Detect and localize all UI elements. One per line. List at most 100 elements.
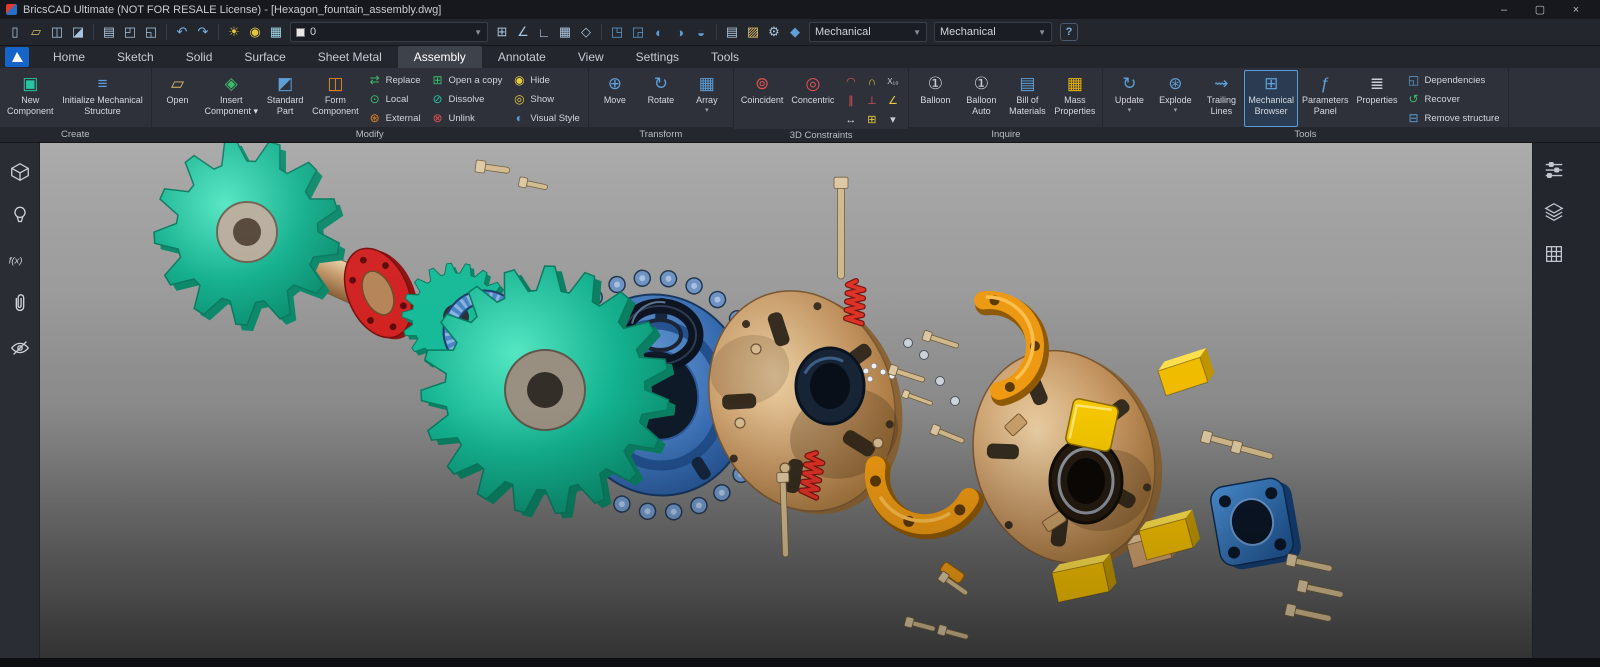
open-a-copy-button[interactable]: ⊞Open a copy: [427, 71, 505, 89]
bolt-part[interactable]: [518, 177, 548, 193]
hatch-icon[interactable]: ▨: [743, 22, 763, 42]
print-preview-icon[interactable]: ◰: [120, 22, 140, 42]
entity-snap-icon[interactable]: ⊞: [492, 22, 512, 42]
bolt-part[interactable]: [904, 616, 937, 634]
remove-structure-button[interactable]: ⊟Remove structure: [1404, 109, 1503, 127]
show-button[interactable]: ◎Show: [509, 90, 582, 108]
visual-styles-icon[interactable]: ◐: [649, 22, 669, 42]
close-button[interactable]: ×: [1558, 0, 1594, 19]
render-light-icon[interactable]: ☀: [224, 22, 244, 42]
unlink-button[interactable]: ⊗Unlink: [427, 109, 505, 127]
tab-view[interactable]: View: [562, 46, 620, 68]
new-component-button[interactable]: ▣New Component: [3, 70, 58, 127]
polar-tracking-icon[interactable]: ∠: [513, 22, 533, 42]
bolt-part[interactable]: [1285, 603, 1333, 624]
rotate-button[interactable]: ↻Rotate: [638, 70, 684, 127]
balloon-button[interactable]: ①Balloon: [912, 70, 958, 127]
tab-solid[interactable]: Solid: [170, 46, 229, 68]
recover-button[interactable]: ↺Recover: [1404, 90, 1503, 108]
nut-part[interactable]: [951, 397, 960, 406]
balloon-panel-icon[interactable]: [7, 203, 33, 229]
explode-button[interactable]: ⊛Explode▾: [1152, 70, 1198, 127]
ball-part[interactable]: [863, 368, 869, 374]
tab-settings[interactable]: Settings: [620, 46, 695, 68]
layers-panel-icon[interactable]: [1541, 199, 1567, 225]
concentric-button[interactable]: ◎Concentric: [787, 70, 838, 129]
render-settings-icon[interactable]: [1541, 157, 1567, 183]
components-panel-icon[interactable]: [7, 159, 33, 185]
save-icon[interactable]: ◫: [47, 22, 67, 42]
mass-properties-button[interactable]: ▦Mass Properties: [1050, 70, 1099, 127]
array-button[interactable]: ▦Array▾: [684, 70, 730, 127]
peg-part[interactable]: [735, 418, 745, 428]
peg-part[interactable]: [873, 438, 883, 448]
mech-settings-icon[interactable]: ⚙: [764, 22, 784, 42]
workspace-dropdown-1[interactable]: Mechanical ▼: [809, 22, 927, 42]
undo-icon[interactable]: ↶: [172, 22, 192, 42]
save-as-icon[interactable]: ◪: [68, 22, 88, 42]
dependencies-button[interactable]: ◱Dependencies: [1404, 71, 1503, 89]
trailing-lines-button[interactable]: ⇝Trailing Lines: [1198, 70, 1244, 127]
update-button[interactable]: ↻Update▾: [1106, 70, 1152, 127]
bolt-part[interactable]: [930, 424, 966, 446]
bolt-part[interactable]: [901, 389, 933, 407]
peg-part[interactable]: [780, 463, 790, 473]
standard-part-button[interactable]: ◩Standard Part: [262, 70, 308, 127]
mechanical-browser-button[interactable]: ⊞Mechanical Browser: [1244, 70, 1298, 127]
rigid-set-icon[interactable]: ⊞: [861, 110, 882, 129]
tab-home[interactable]: Home: [37, 46, 101, 68]
attachments-panel-icon[interactable]: [7, 291, 33, 317]
app-menu-button[interactable]: [5, 47, 29, 67]
coincident-button[interactable]: ⊚Coincident: [737, 70, 788, 129]
table-icon[interactable]: ▤: [722, 22, 742, 42]
parallel-constraint-icon[interactable]: ∥: [840, 91, 861, 110]
spring-part[interactable]: [846, 281, 864, 323]
properties-button[interactable]: ≣Properties: [1352, 70, 1401, 127]
tab-annotate[interactable]: Annotate: [482, 46, 562, 68]
viewport-3d[interactable]: [40, 143, 1532, 667]
nut-part[interactable]: [904, 339, 913, 348]
peg-part[interactable]: [751, 344, 761, 354]
maximize-button[interactable]: ▢: [1522, 0, 1558, 19]
render-mode-icon[interactable]: ◑: [670, 22, 690, 42]
move-button[interactable]: ⊕Move: [592, 70, 638, 127]
components-icon[interactable]: ◆: [785, 22, 805, 42]
pawl-part[interactable]: [870, 466, 972, 527]
tab-tools[interactable]: Tools: [695, 46, 755, 68]
form-component-button[interactable]: ◫Form Component: [308, 70, 363, 127]
bolt-part[interactable]: [475, 160, 511, 177]
grid-table-icon[interactable]: [1541, 241, 1567, 267]
publish-icon[interactable]: ◱: [141, 22, 161, 42]
open-file-icon[interactable]: ▱: [26, 22, 46, 42]
hidden-entities-panel-icon[interactable]: [7, 335, 33, 361]
workspace-dropdown-2[interactable]: Mechanical ▼: [934, 22, 1052, 42]
tab-assembly[interactable]: Assembly: [398, 46, 482, 68]
replace-button[interactable]: ⇄Replace: [365, 71, 424, 89]
initialize-mechanical-structure-button[interactable]: ≡Initialize Mechanical Structure: [58, 70, 148, 127]
external-button[interactable]: ⊛External: [365, 109, 424, 127]
nut-part[interactable]: [920, 351, 929, 360]
bolt-part[interactable]: [937, 624, 970, 642]
bolt-part[interactable]: [1297, 579, 1345, 600]
bolt-part[interactable]: [922, 330, 960, 351]
view-cube-icon[interactable]: ◳: [607, 22, 627, 42]
tab-sheet-metal[interactable]: Sheet Metal: [302, 46, 398, 68]
plot-icon[interactable]: ▤: [99, 22, 119, 42]
parameters-panel-button[interactable]: ƒParameters Panel: [1298, 70, 1353, 127]
hide-button[interactable]: ◉Hide: [509, 71, 582, 89]
tab-surface[interactable]: Surface: [228, 46, 301, 68]
dynamic-ucs-icon[interactable]: ◇: [576, 22, 596, 42]
ball-part[interactable]: [867, 376, 873, 382]
constraints-more-icon[interactable]: ▾: [882, 110, 903, 129]
sheet-set-icon[interactable]: ◒: [691, 22, 711, 42]
fix-constraint-icon[interactable]: ∩: [861, 72, 882, 91]
local-button[interactable]: ⊙Local: [365, 90, 424, 108]
layer-state-icon[interactable]: ▦: [266, 22, 286, 42]
ortho-icon[interactable]: ∟: [534, 22, 554, 42]
ball-part[interactable]: [880, 369, 886, 375]
new-file-icon[interactable]: ▯: [5, 22, 25, 42]
ball-part[interactable]: [871, 363, 877, 369]
nut-part[interactable]: [936, 377, 945, 386]
open-button[interactable]: ▱Open: [155, 70, 201, 127]
visual-style-button[interactable]: ◐Visual Style: [509, 109, 582, 127]
